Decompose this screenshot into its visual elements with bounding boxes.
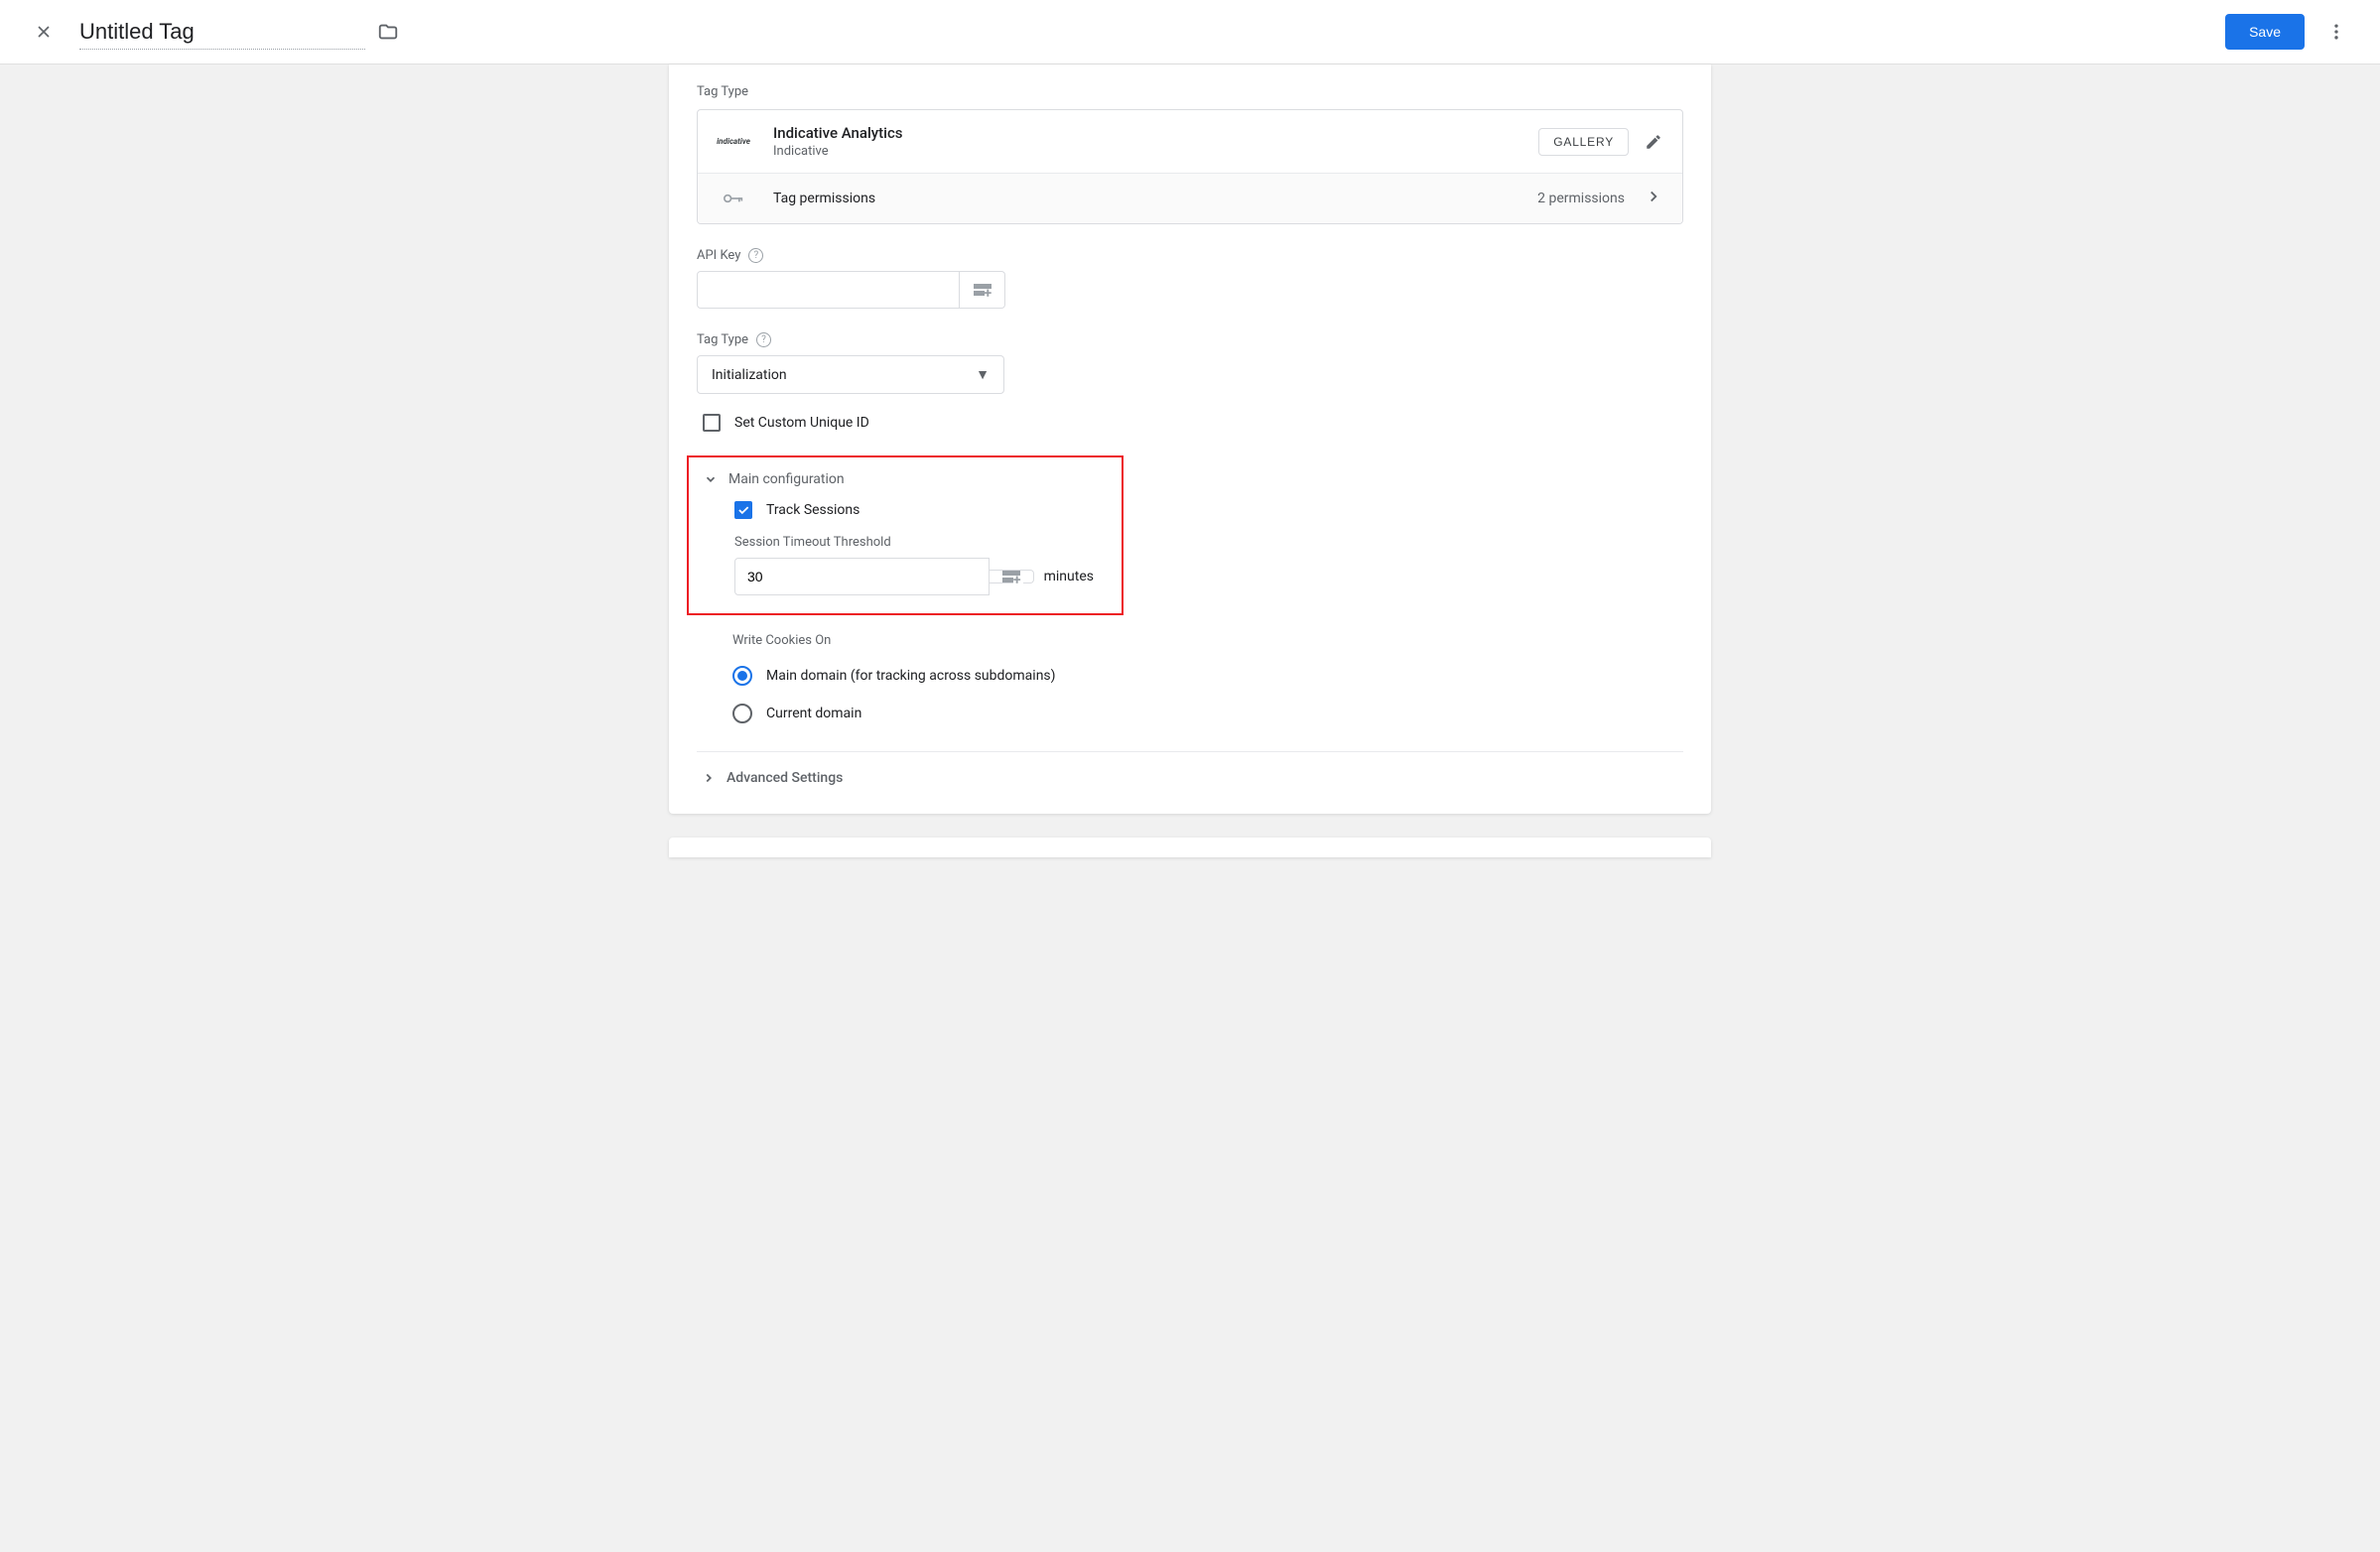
write-cookies-label: Write Cookies On (732, 633, 1683, 648)
permissions-chevron (1645, 188, 1662, 209)
main-config-chevron (699, 472, 723, 486)
track-sessions-label: Track Sessions (766, 502, 859, 518)
tag-type-section-label: Tag Type (697, 84, 1683, 99)
variable-icon: + (974, 284, 992, 296)
tag-title-input[interactable] (79, 15, 365, 50)
tag-type-field: Tag Type ? Initialization ▼ (697, 332, 1683, 394)
main-configuration-toggle[interactable]: Main configuration (699, 471, 1094, 487)
write-cookies-section: Write Cookies On Main domain (for tracki… (697, 633, 1683, 723)
custom-id-label: Set Custom Unique ID (734, 415, 869, 431)
current-domain-radio-row[interactable]: Current domain (732, 704, 1683, 723)
tag-type-row: indicative Indicative Analytics Indicati… (698, 110, 1682, 173)
check-icon (736, 503, 750, 517)
main-domain-radio-row[interactable]: Main domain (for tracking across subdoma… (732, 666, 1683, 686)
custom-id-checkbox-row[interactable]: Set Custom Unique ID (703, 414, 1683, 432)
tag-type-field-label-text: Tag Type (697, 332, 748, 347)
chevron-right-icon (702, 771, 716, 785)
tag-type-select-value: Initialization (712, 367, 976, 383)
next-card-peek (669, 838, 1711, 857)
chevron-right-icon (1645, 188, 1662, 205)
more-vert-icon (2326, 22, 2346, 42)
folder-icon (377, 21, 399, 43)
tag-configuration-card: Tag Type indicative Indicative Analytics… (669, 65, 1711, 814)
main-configuration-highlight: Main configuration Track Sessions Sessio… (687, 455, 1124, 615)
dropdown-arrow-icon: ▼ (976, 366, 990, 383)
track-sessions-row[interactable]: Track Sessions (734, 501, 1094, 519)
minutes-label: minutes (1044, 569, 1094, 584)
divider (697, 751, 1683, 752)
session-timeout-variable-button[interactable]: + (990, 570, 1034, 583)
tag-type-box: indicative Indicative Analytics Indicati… (697, 109, 1683, 224)
current-domain-radio[interactable] (732, 704, 752, 723)
tag-type-field-label: Tag Type ? (697, 332, 1683, 347)
close-button[interactable] (24, 12, 64, 52)
permissions-label: Tag permissions (773, 191, 1537, 206)
tag-type-select[interactable]: Initialization ▼ (697, 355, 1004, 394)
advanced-chevron (697, 771, 721, 785)
folder-button[interactable] (377, 21, 399, 43)
api-key-label-text: API Key (697, 248, 740, 263)
key-icon-wrap (718, 193, 749, 204)
track-sessions-checkbox[interactable] (734, 501, 752, 519)
tag-info: Indicative Analytics Indicative (773, 124, 1538, 159)
api-key-variable-button[interactable]: + (960, 271, 1005, 309)
current-domain-label: Current domain (766, 706, 861, 721)
save-button[interactable]: Save (2225, 14, 2305, 50)
session-timeout-input[interactable] (734, 558, 990, 595)
edit-tag-type-button[interactable] (1645, 133, 1662, 151)
api-key-help-icon[interactable]: ? (748, 248, 763, 263)
close-icon (34, 22, 54, 42)
variable-icon: + (1002, 571, 1020, 582)
advanced-settings-toggle[interactable]: Advanced Settings (697, 770, 1683, 786)
main-config-label: Main configuration (728, 471, 845, 487)
permissions-count: 2 permissions (1537, 191, 1625, 206)
api-key-field: API Key ? + (697, 248, 1683, 309)
indicative-logo: indicative (718, 130, 749, 154)
key-icon (724, 193, 743, 204)
tag-type-help-icon[interactable]: ? (756, 332, 771, 347)
api-key-label: API Key ? (697, 248, 1683, 263)
gallery-button[interactable]: GALLERY (1538, 128, 1629, 156)
advanced-settings-label: Advanced Settings (727, 770, 843, 786)
pencil-icon (1645, 133, 1662, 151)
main-domain-label: Main domain (for tracking across subdoma… (766, 668, 1056, 684)
session-timeout-label: Session Timeout Threshold (734, 535, 1094, 550)
tag-vendor: Indicative (773, 144, 1538, 159)
custom-id-checkbox[interactable] (703, 414, 721, 432)
main-domain-radio[interactable] (732, 666, 752, 686)
tag-permissions-row[interactable]: Tag permissions 2 permissions (698, 173, 1682, 223)
chevron-down-icon (704, 472, 718, 486)
top-bar: Save (0, 0, 2380, 65)
tag-name: Indicative Analytics (773, 124, 1538, 142)
api-key-input[interactable] (697, 271, 960, 309)
more-menu-button[interactable] (2316, 12, 2356, 52)
